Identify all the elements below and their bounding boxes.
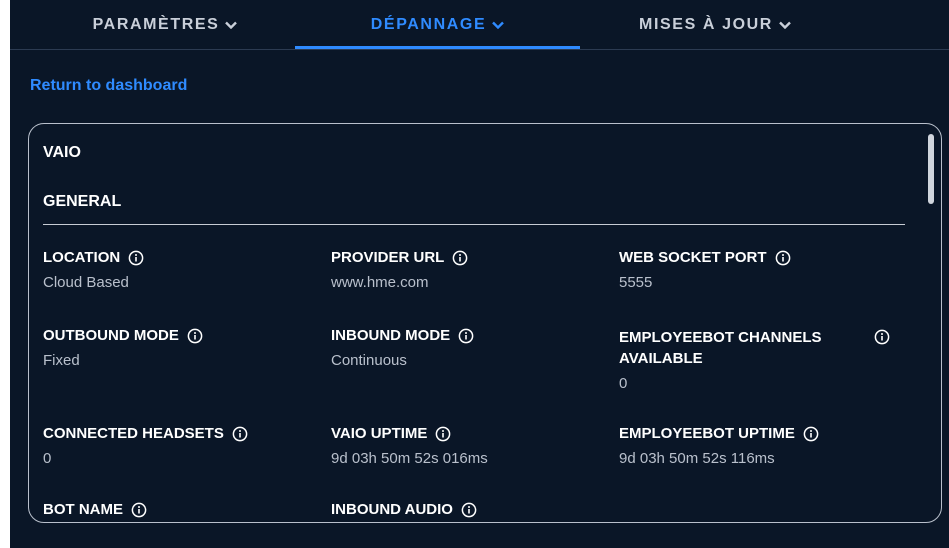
field-label: WEB SOCKET PORT — [619, 249, 767, 266]
section-divider — [43, 224, 905, 225]
field-value: 9d 03h 50m 52s 016ms — [331, 450, 488, 467]
field-location: LOCATION Cloud Based — [43, 249, 313, 291]
field-label: OUTBOUND MODE — [43, 327, 179, 344]
info-icon[interactable] — [803, 426, 819, 442]
tab-parametres[interactable]: PARAMÈTRES — [60, 0, 270, 50]
field-label: EMPLOYEEBOT CHANNELS AVAILABLE — [619, 329, 822, 367]
chevron-down-icon — [779, 21, 791, 29]
tab-depannage[interactable]: DÉPANNAGE — [295, 0, 580, 50]
info-icon[interactable] — [232, 426, 248, 442]
field-provider-url: PROVIDER URL www.hme.com — [331, 249, 601, 291]
field-label: CONNECTED HEADSETS — [43, 425, 224, 442]
return-to-dashboard-link[interactable]: Return to dashboard — [30, 77, 187, 95]
device-title: VAIO — [43, 144, 81, 161]
info-icon[interactable] — [458, 328, 474, 344]
info-icon[interactable] — [128, 250, 144, 266]
field-value: 0 — [43, 450, 52, 467]
field-value: Fixed — [43, 352, 80, 369]
field-label: INBOUND AUDIO — [331, 501, 453, 518]
tab-mises-a-jour[interactable]: MISES À JOUR — [605, 0, 825, 50]
info-icon[interactable] — [461, 502, 477, 518]
field-value: 9d 03h 50m 52s 116ms — [619, 450, 775, 467]
field-value: www.hme.com — [331, 274, 429, 291]
device-details-panel: VAIO GENERAL LOCATION Cloud Based PROVID… — [28, 123, 942, 523]
field-label: INBOUND MODE — [331, 327, 451, 344]
chevron-down-icon — [492, 21, 505, 29]
field-label: LOCATION — [43, 249, 121, 266]
field-vaio-uptime: VAIO UPTIME 9d 03h 50m 52s 016ms — [331, 425, 601, 467]
top-navigation: PARAMÈTRES DÉPANNAGE MISES À JOUR — [10, 0, 949, 50]
field-label: EMPLOYEEBOT UPTIME — [619, 425, 795, 442]
tab-label: DÉPANNAGE — [370, 16, 487, 33]
info-icon[interactable] — [452, 250, 468, 266]
field-label: VAIO UPTIME — [331, 425, 428, 442]
info-icon[interactable] — [874, 329, 890, 345]
field-value: Cloud Based — [43, 274, 129, 291]
info-icon[interactable] — [187, 328, 203, 344]
field-bot-name: BOT NAME — [43, 501, 313, 518]
tab-label: PARAMÈTRES — [92, 16, 220, 33]
field-inbound-audio: INBOUND AUDIO — [331, 501, 601, 518]
field-value: Continuous — [331, 352, 407, 369]
panel-scrollbar[interactable] — [928, 134, 934, 204]
field-web-socket-port: WEB SOCKET PORT 5555 — [619, 249, 889, 291]
field-label: PROVIDER URL — [331, 249, 445, 266]
tab-label: MISES À JOUR — [639, 16, 773, 33]
field-employeebot-uptime: EMPLOYEEBOT UPTIME 9d 03h 50m 52s 116ms — [619, 425, 889, 467]
nav-divider — [10, 49, 949, 50]
info-icon[interactable] — [131, 502, 147, 518]
section-title: GENERAL — [43, 193, 122, 210]
field-outbound-mode: OUTBOUND MODE Fixed — [43, 327, 313, 369]
field-value: 5555 — [619, 274, 653, 291]
field-inbound-mode: INBOUND MODE Continuous — [331, 327, 601, 369]
info-icon[interactable] — [775, 250, 791, 266]
app-window: PARAMÈTRES DÉPANNAGE MISES À JOUR Return… — [10, 0, 949, 548]
info-icon[interactable] — [435, 426, 451, 442]
field-connected-headsets: CONNECTED HEADSETS 0 — [43, 425, 313, 467]
field-value: 0 — [619, 375, 628, 392]
chevron-down-icon — [225, 21, 238, 29]
field-employeebot-channels: EMPLOYEEBOT CHANNELS AVAILABLE 0 — [619, 327, 890, 392]
field-label: BOT NAME — [43, 501, 123, 518]
